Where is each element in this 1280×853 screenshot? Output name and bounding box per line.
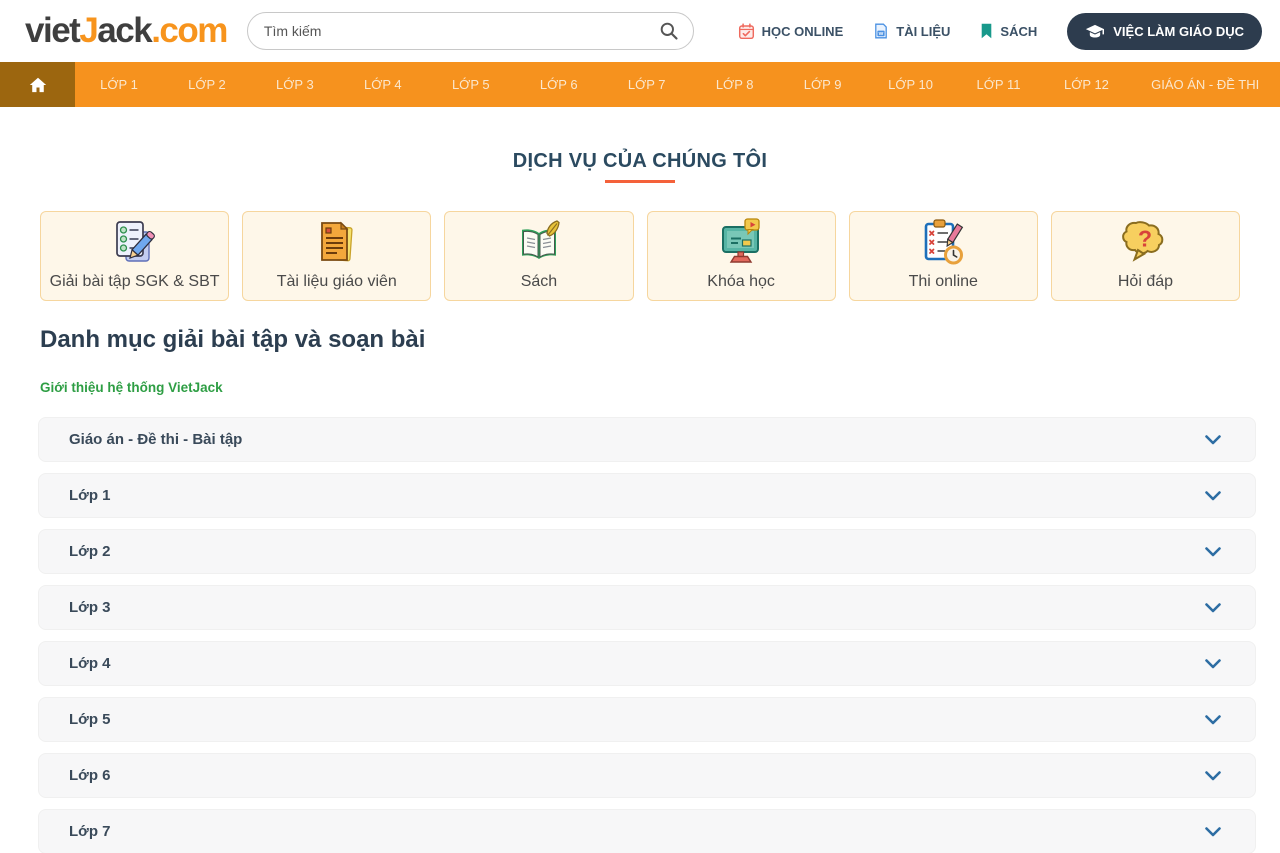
online-exam-icon (917, 217, 969, 269)
hoc-online-label: HỌC ONLINE (762, 24, 844, 39)
nav-item-giao-an-de-thi[interactable]: GIÁO ÁN - ĐỀ THI (1130, 62, 1280, 107)
accordion-list: Giáo án - Đề thi - Bài tập Lớp 1 Lớp 2 L… (38, 417, 1256, 853)
nav-item-lop-2[interactable]: LỚP 2 (163, 62, 251, 107)
card-thi-online[interactable]: Thi online (849, 211, 1038, 301)
viec-lam-giao-duc-button[interactable]: VIỆC LÀM GIÁO DỤC (1067, 13, 1262, 50)
word-doc-icon: W (873, 23, 889, 39)
card-label: Giải bài tập SGK & SBT (50, 273, 220, 291)
card-khoa-hoc[interactable]: Khóa học (647, 211, 836, 301)
accordion-lop-5[interactable]: Lớp 5 (38, 697, 1256, 742)
card-giai-bai-tap[interactable]: Giải bài tập SGK & SBT (40, 211, 229, 301)
catalog-heading: Danh mục giải bài tập và soạn bài (40, 326, 1240, 354)
title-underline (605, 180, 675, 183)
search-box[interactable] (247, 12, 694, 50)
chevron-down-icon (1205, 715, 1221, 725)
sach-link[interactable]: SÁCH (980, 23, 1037, 39)
card-label: Thi online (909, 273, 978, 291)
home-icon (29, 77, 47, 93)
sach-label: SÁCH (1000, 24, 1037, 39)
services-section-header: DỊCH VỤ CỦA CHÚNG TÔI (0, 150, 1280, 183)
accordion-lop-1[interactable]: Lớp 1 (38, 473, 1256, 518)
accordion-lop-3[interactable]: Lớp 3 (38, 585, 1256, 630)
card-label: Tài liệu giáo viên (277, 273, 397, 291)
accordion-label: Lớp 4 (69, 655, 111, 672)
top-header: vietJack.com HỌC ONLINE W TÀI LIỆU SÁCH (0, 0, 1280, 62)
logo-part: .com (151, 11, 227, 50)
accordion-label: Giáo án - Đề thi - Bài tập (69, 431, 242, 448)
logo-part: ack (97, 11, 151, 50)
card-tai-lieu-giao-vien[interactable]: Tài liệu giáo viên (242, 211, 431, 301)
hoc-online-link[interactable]: HỌC ONLINE (738, 23, 844, 40)
logo-part: viet (25, 11, 79, 50)
accordion-label: Lớp 6 (69, 767, 111, 784)
chevron-down-icon (1205, 603, 1221, 613)
logo-part: J (79, 11, 97, 50)
card-label: Sách (521, 273, 557, 291)
search-icon[interactable] (659, 21, 679, 41)
chevron-down-icon (1205, 491, 1221, 501)
tai-lieu-label: TÀI LIỆU (896, 24, 950, 39)
tai-lieu-link[interactable]: W TÀI LIỆU (873, 23, 950, 39)
main-navbar: LỚP 1 LỚP 2 LỚP 3 LỚP 4 LỚP 5 LỚP 6 LỚP … (0, 62, 1280, 107)
homework-solutions-icon (109, 217, 161, 269)
accordion-lop-4[interactable]: Lớp 4 (38, 641, 1256, 686)
chevron-down-icon (1205, 659, 1221, 669)
nav-item-lop-7[interactable]: LỚP 7 (603, 62, 691, 107)
nav-item-lop-11[interactable]: LỚP 11 (955, 62, 1043, 107)
header-links: HỌC ONLINE W TÀI LIỆU SÁCH VIỆC LÀM GIÁO… (738, 13, 1262, 50)
job-button-label: VIỆC LÀM GIÁO DỤC (1113, 24, 1244, 39)
card-hoi-dap[interactable]: ? Hỏi đáp (1051, 211, 1240, 301)
vietjack-logo[interactable]: vietJack.com (25, 11, 227, 51)
accordion-label: Lớp 3 (69, 599, 111, 616)
chevron-down-icon (1205, 771, 1221, 781)
graduation-cap-icon (1085, 24, 1105, 39)
teacher-documents-icon (311, 217, 363, 269)
nav-item-lop-10[interactable]: LỚP 10 (867, 62, 955, 107)
nav-item-lop-4[interactable]: LỚP 4 (339, 62, 427, 107)
accordion-lop-2[interactable]: Lớp 2 (38, 529, 1256, 574)
card-label: Khóa học (707, 273, 775, 291)
chevron-down-icon (1205, 435, 1221, 445)
services-title: DỊCH VỤ CỦA CHÚNG TÔI (513, 150, 767, 173)
accordion-label: Lớp 7 (69, 823, 111, 840)
chevron-down-icon (1205, 827, 1221, 837)
service-cards: Giải bài tập SGK & SBT Tài liệu giáo viê… (40, 211, 1240, 301)
accordion-label: Lớp 5 (69, 711, 111, 728)
nav-item-lop-6[interactable]: LỚP 6 (515, 62, 603, 107)
accordion-lop-7[interactable]: Lớp 7 (38, 809, 1256, 853)
book-quill-icon (513, 217, 565, 269)
calendar-check-icon (738, 23, 755, 40)
nav-item-lop-8[interactable]: LỚP 8 (691, 62, 779, 107)
course-monitor-icon (715, 217, 767, 269)
accordion-giao-an-de-thi-bai-tap[interactable]: Giáo án - Đề thi - Bài tập (38, 417, 1256, 462)
question-bubble-icon: ? (1119, 217, 1171, 269)
card-label: Hỏi đáp (1118, 273, 1173, 291)
accordion-label: Lớp 2 (69, 543, 111, 560)
nav-item-lop-1[interactable]: LỚP 1 (75, 62, 163, 107)
accordion-lop-6[interactable]: Lớp 6 (38, 753, 1256, 798)
nav-items: LỚP 1 LỚP 2 LỚP 3 LỚP 4 LỚP 5 LỚP 6 LỚP … (75, 62, 1280, 107)
bookmark-icon (980, 23, 993, 39)
card-sach[interactable]: Sách (444, 211, 633, 301)
nav-item-lop-12[interactable]: LỚP 12 (1042, 62, 1130, 107)
nav-home-button[interactable] (0, 62, 75, 107)
svg-text:W: W (879, 31, 884, 37)
nav-item-lop-5[interactable]: LỚP 5 (427, 62, 515, 107)
chevron-down-icon (1205, 547, 1221, 557)
nav-item-lop-9[interactable]: LỚP 9 (779, 62, 867, 107)
vietjack-intro-link[interactable]: Giới thiệu hệ thống VietJack (40, 380, 223, 395)
nav-item-lop-3[interactable]: LỚP 3 (251, 62, 339, 107)
accordion-label: Lớp 1 (69, 487, 111, 504)
search-input[interactable] (264, 23, 659, 39)
svg-text:?: ? (1138, 226, 1152, 252)
